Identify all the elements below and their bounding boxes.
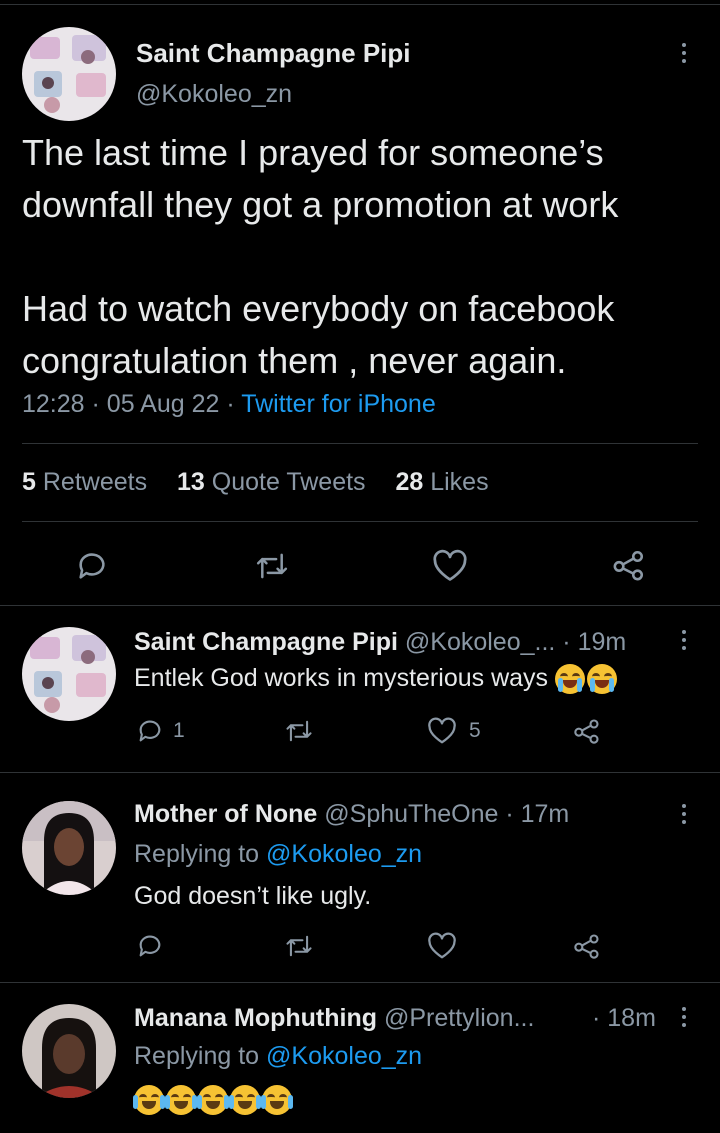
like-icon[interactable] bbox=[427, 717, 457, 745]
meta-separator: · bbox=[226, 390, 235, 418]
crying-face-icon bbox=[586, 664, 617, 695]
like-icon[interactable] bbox=[432, 549, 468, 583]
tears-of-joy-icon bbox=[261, 1085, 293, 1115]
reply-author-name[interactable]: Mother of None bbox=[134, 800, 317, 828]
more-icon[interactable] bbox=[680, 1007, 688, 1027]
quotes-count: 13 bbox=[176, 468, 205, 496]
main-author-name[interactable]: Saint Champagne Pipi bbox=[136, 38, 411, 69]
more-icon[interactable] bbox=[680, 804, 688, 824]
reply-handle[interactable]: @Prettylion... bbox=[384, 1004, 534, 1032]
retweets-stat[interactable]: 5 Retweets bbox=[22, 468, 147, 496]
replying-prefix: Replying to bbox=[134, 840, 260, 868]
crying-face-icon bbox=[554, 664, 585, 695]
reply-author-name[interactable]: Saint Champagne Pipi bbox=[134, 628, 398, 656]
divider bbox=[0, 772, 720, 773]
like-icon[interactable] bbox=[427, 932, 457, 960]
tweet-text-line: The last time I prayed for someone’s bbox=[22, 132, 604, 173]
replying-to: Replying to @Kokoleo_zn bbox=[134, 840, 422, 869]
share-icon[interactable] bbox=[611, 548, 647, 582]
quote-tweets-stat[interactable]: 13 Quote Tweets bbox=[177, 468, 366, 496]
main-author-handle[interactable]: @Kokoleo_zn bbox=[136, 80, 292, 109]
reply-text: God doesn’t like ugly. bbox=[134, 882, 372, 910]
reply-avatar[interactable] bbox=[22, 627, 116, 721]
reply-header: Saint Champagne Pipi @Kokoleo_... · 19m bbox=[134, 628, 626, 657]
replying-to: Replying to @Kokoleo_zn bbox=[134, 1042, 422, 1071]
reply-avatar[interactable] bbox=[22, 801, 116, 895]
reply-icon[interactable] bbox=[136, 932, 164, 960]
reply-avatar[interactable] bbox=[22, 1004, 116, 1098]
retweet-icon[interactable] bbox=[254, 549, 290, 583]
tears-of-joy-icon bbox=[197, 1085, 229, 1115]
meta-separator: · bbox=[91, 390, 100, 418]
likes-label: Likes bbox=[430, 468, 489, 496]
reply-handle-time[interactable]: @Kokoleo_... · 19m bbox=[405, 628, 626, 656]
top-divider bbox=[0, 4, 720, 5]
divider bbox=[0, 605, 720, 606]
reply-icon[interactable] bbox=[136, 717, 164, 745]
reply-handle-time[interactable]: @SphuTheOne · 17m bbox=[324, 800, 569, 828]
tweet-date: 05 Aug 22 bbox=[106, 390, 220, 418]
reply-text: Entlek God works in mysterious ways bbox=[134, 664, 549, 692]
reply-header: Mother of None @SphuTheOne · 17m bbox=[134, 800, 569, 829]
reply-count: 1 bbox=[173, 719, 185, 742]
reply-icon[interactable] bbox=[75, 549, 109, 583]
reply-emoji-row bbox=[133, 1085, 294, 1115]
tweet-meta: 12:28 · 05 Aug 22 · Twitter for iPhone bbox=[22, 390, 436, 419]
tears-of-joy-icon bbox=[229, 1085, 261, 1115]
more-icon[interactable] bbox=[680, 43, 688, 63]
reply-author-name[interactable]: Manana Mophuthing bbox=[134, 1004, 377, 1032]
more-icon[interactable] bbox=[680, 630, 688, 650]
reply-text-row: Entlek God works in mysterious ways bbox=[134, 664, 619, 695]
tweet-time: 12:28 bbox=[22, 390, 85, 418]
tears-of-joy-icon bbox=[133, 1085, 165, 1115]
engagement-stats: 5 Retweets 13 Quote Tweets 28 Likes bbox=[22, 468, 489, 497]
divider bbox=[22, 443, 698, 444]
replying-handle-link[interactable]: @Kokoleo_zn bbox=[266, 840, 422, 868]
tweet-text-line: congratulation them , never again. bbox=[22, 340, 567, 381]
divider bbox=[22, 521, 698, 522]
tweet-source-link[interactable]: Twitter for iPhone bbox=[241, 390, 436, 418]
retweets-label: Retweets bbox=[42, 468, 148, 496]
replying-handle-link[interactable]: @Kokoleo_zn bbox=[266, 1042, 422, 1070]
likes-count: 28 bbox=[395, 468, 424, 496]
like-count: 5 bbox=[469, 719, 481, 742]
divider bbox=[0, 982, 720, 983]
replying-prefix: Replying to bbox=[134, 1042, 260, 1070]
main-tweet-text: The last time I prayed for someone’s dow… bbox=[22, 127, 618, 387]
share-icon[interactable] bbox=[572, 717, 602, 745]
retweet-icon[interactable] bbox=[284, 932, 314, 960]
reply-header: Manana Mophuthing @Prettylion... bbox=[134, 1004, 534, 1033]
tweet-text-line: downfall they got a promotion at work bbox=[22, 184, 619, 225]
likes-stat[interactable]: 28 Likes bbox=[395, 468, 488, 496]
quotes-label: Quote Tweets bbox=[211, 468, 366, 496]
tears-of-joy-icon bbox=[165, 1085, 197, 1115]
reply-time: · 18m bbox=[592, 1004, 656, 1032]
retweets-count: 5 bbox=[22, 468, 36, 496]
share-icon[interactable] bbox=[572, 932, 602, 960]
main-avatar[interactable] bbox=[22, 27, 116, 121]
retweet-icon[interactable] bbox=[284, 717, 314, 745]
tweet-text-line: Had to watch everybody on facebook bbox=[22, 288, 615, 329]
